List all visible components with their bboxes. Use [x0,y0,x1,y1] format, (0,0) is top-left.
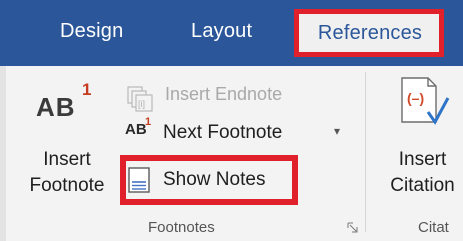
tab-references[interactable]: References [294,9,444,57]
insert-citation-label: Insert Citation [390,149,455,196]
ribbon-left-edge [0,66,6,241]
insert-endnote-label: Insert Endnote [165,84,283,104]
footnote-icon-superscript: 1 [82,80,92,99]
citations-group-label: Citat [418,219,449,236]
show-notes-label: Show Notes [163,169,266,190]
ribbon-tab-bar: Design Layout References [0,0,463,66]
svg-text:[i]: [i] [138,99,145,109]
chevron-down-icon[interactable]: ▾ [334,124,340,138]
endnote-icon: [i] [127,86,153,112]
footnote-icon: AB [36,92,76,122]
group-separator [365,72,366,232]
insert-citation-icon: (–) [401,77,450,125]
footnotes-group-label: Footnotes [148,219,215,236]
dialog-launcher-icon[interactable] [347,222,358,233]
insert-footnote-label: Insert Footnote [29,149,105,196]
tab-design[interactable]: Design [60,20,123,43]
show-notes-icon [128,167,150,193]
next-footnote-icon: AB 1 [125,116,152,138]
tab-layout[interactable]: Layout [191,20,252,43]
next-footnote-label: Next Footnote [163,122,283,143]
svg-text:(–): (–) [407,90,424,106]
